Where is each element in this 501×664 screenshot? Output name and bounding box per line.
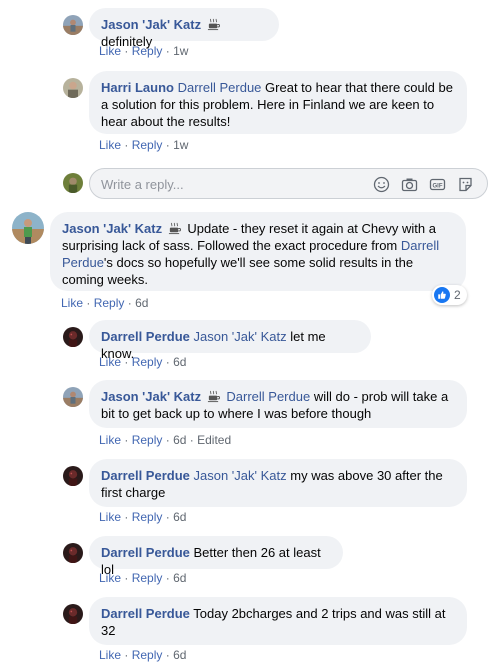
comment-bubble: Jason 'Jak' Katz Darrell Perdue will do …: [89, 380, 467, 428]
avatar[interactable]: [63, 15, 83, 35]
like-link[interactable]: Like: [99, 571, 121, 585]
reaction-summary[interactable]: 2: [432, 285, 467, 305]
reply-link[interactable]: Reply: [132, 510, 163, 524]
comment-actions: Like · Reply · 6d: [61, 296, 149, 310]
mention-link[interactable]: Darrell Perdue: [226, 389, 310, 404]
reply-link[interactable]: Reply: [94, 296, 125, 310]
edited-label[interactable]: Edited: [197, 433, 231, 447]
like-link[interactable]: Like: [61, 296, 83, 310]
avatar[interactable]: [63, 387, 83, 407]
reply-input[interactable]: [101, 174, 361, 194]
like-link[interactable]: Like: [99, 355, 121, 369]
comment-time[interactable]: 6d: [135, 296, 148, 310]
comment-bubble: Darrell Perdue Better then 26 at least l…: [89, 536, 343, 577]
avatar[interactable]: [63, 466, 83, 486]
current-user-avatar: [63, 173, 83, 193]
comment-author[interactable]: Darrell Perdue: [101, 545, 190, 560]
comment-bubble: Darrell Perdue Today 2bcharges and 2 tri…: [89, 597, 467, 645]
comment-text-tail: 's docs so hopefully we'll see some soli…: [62, 255, 414, 287]
comment-actions: Like · Reply · 6d · Edited: [99, 433, 232, 447]
reply-link[interactable]: Reply: [132, 138, 163, 152]
comment-author[interactable]: Darrell Perdue: [101, 606, 190, 621]
reply-link[interactable]: Reply: [132, 44, 163, 58]
comment-actions: Like · Reply · 6d: [99, 510, 187, 524]
coffee-cup-icon: [207, 390, 220, 403]
comment-author[interactable]: Darrell Perdue: [101, 329, 190, 344]
reply-link[interactable]: Reply: [132, 571, 163, 585]
mention-link[interactable]: Jason 'Jak' Katz: [194, 468, 287, 483]
comment-author[interactable]: Jason 'Jak' Katz: [101, 17, 201, 32]
comment-time[interactable]: 6d: [173, 571, 186, 585]
avatar[interactable]: [63, 78, 83, 98]
reply-link[interactable]: Reply: [132, 355, 163, 369]
like-link[interactable]: Like: [99, 138, 121, 152]
coffee-cup-icon: [207, 18, 220, 31]
comment-actions: Like · Reply · 1w: [99, 44, 189, 58]
avatar[interactable]: [63, 604, 83, 624]
comment-actions: Like · Reply · 6d: [99, 648, 187, 662]
reaction-count: 2: [454, 288, 461, 302]
avatar[interactable]: [12, 212, 44, 244]
mention-link[interactable]: Jason 'Jak' Katz: [194, 329, 287, 344]
like-link[interactable]: Like: [99, 510, 121, 524]
comment-time[interactable]: 6d: [173, 648, 186, 662]
like-link[interactable]: Like: [99, 433, 121, 447]
camera-icon[interactable]: [401, 176, 418, 193]
like-link[interactable]: Like: [99, 44, 121, 58]
reply-link[interactable]: Reply: [132, 648, 163, 662]
comment-actions: Like · Reply · 6d: [99, 571, 187, 585]
comment-bubble: Darrell Perdue Jason 'Jak' Katz my was a…: [89, 459, 467, 507]
sticker-icon[interactable]: [457, 176, 474, 193]
comment-time[interactable]: 1w: [173, 44, 188, 58]
reply-link[interactable]: Reply: [132, 433, 163, 447]
comment-author[interactable]: Harri Launo: [101, 80, 174, 95]
comment-author[interactable]: Darrell Perdue: [101, 468, 190, 483]
comment-time[interactable]: 6d: [173, 510, 186, 524]
comment-bubble: Jason 'Jak' Katz definitely: [89, 8, 279, 49]
emoji-icon[interactable]: [373, 176, 390, 193]
avatar[interactable]: [63, 327, 83, 347]
gif-icon[interactable]: GIF: [429, 176, 446, 193]
comment-time[interactable]: 1w: [173, 138, 188, 152]
comment-time[interactable]: 6d: [173, 433, 186, 447]
comment-author[interactable]: Jason 'Jak' Katz: [62, 221, 162, 236]
comment-actions: Like · Reply · 1w: [99, 138, 189, 152]
svg-text:GIF: GIF: [433, 183, 443, 189]
comment-author[interactable]: Jason 'Jak' Katz: [101, 389, 201, 404]
avatar[interactable]: [63, 543, 83, 563]
reply-composer: GIF: [89, 168, 488, 199]
like-link[interactable]: Like: [99, 648, 121, 662]
comment-time[interactable]: 6d: [173, 355, 186, 369]
comment-bubble: Darrell Perdue Jason 'Jak' Katz let me k…: [89, 320, 371, 361]
like-reaction-icon: [434, 287, 450, 303]
comment-actions: Like · Reply · 6d: [99, 355, 187, 369]
comment-bubble: Jason 'Jak' Katz Update - they reset it …: [50, 212, 466, 291]
mention-link[interactable]: Darrell Perdue: [178, 80, 262, 95]
coffee-cup-icon: [168, 222, 181, 235]
comment-bubble: Harri Launo Darrell Perdue Great to hear…: [89, 71, 467, 134]
